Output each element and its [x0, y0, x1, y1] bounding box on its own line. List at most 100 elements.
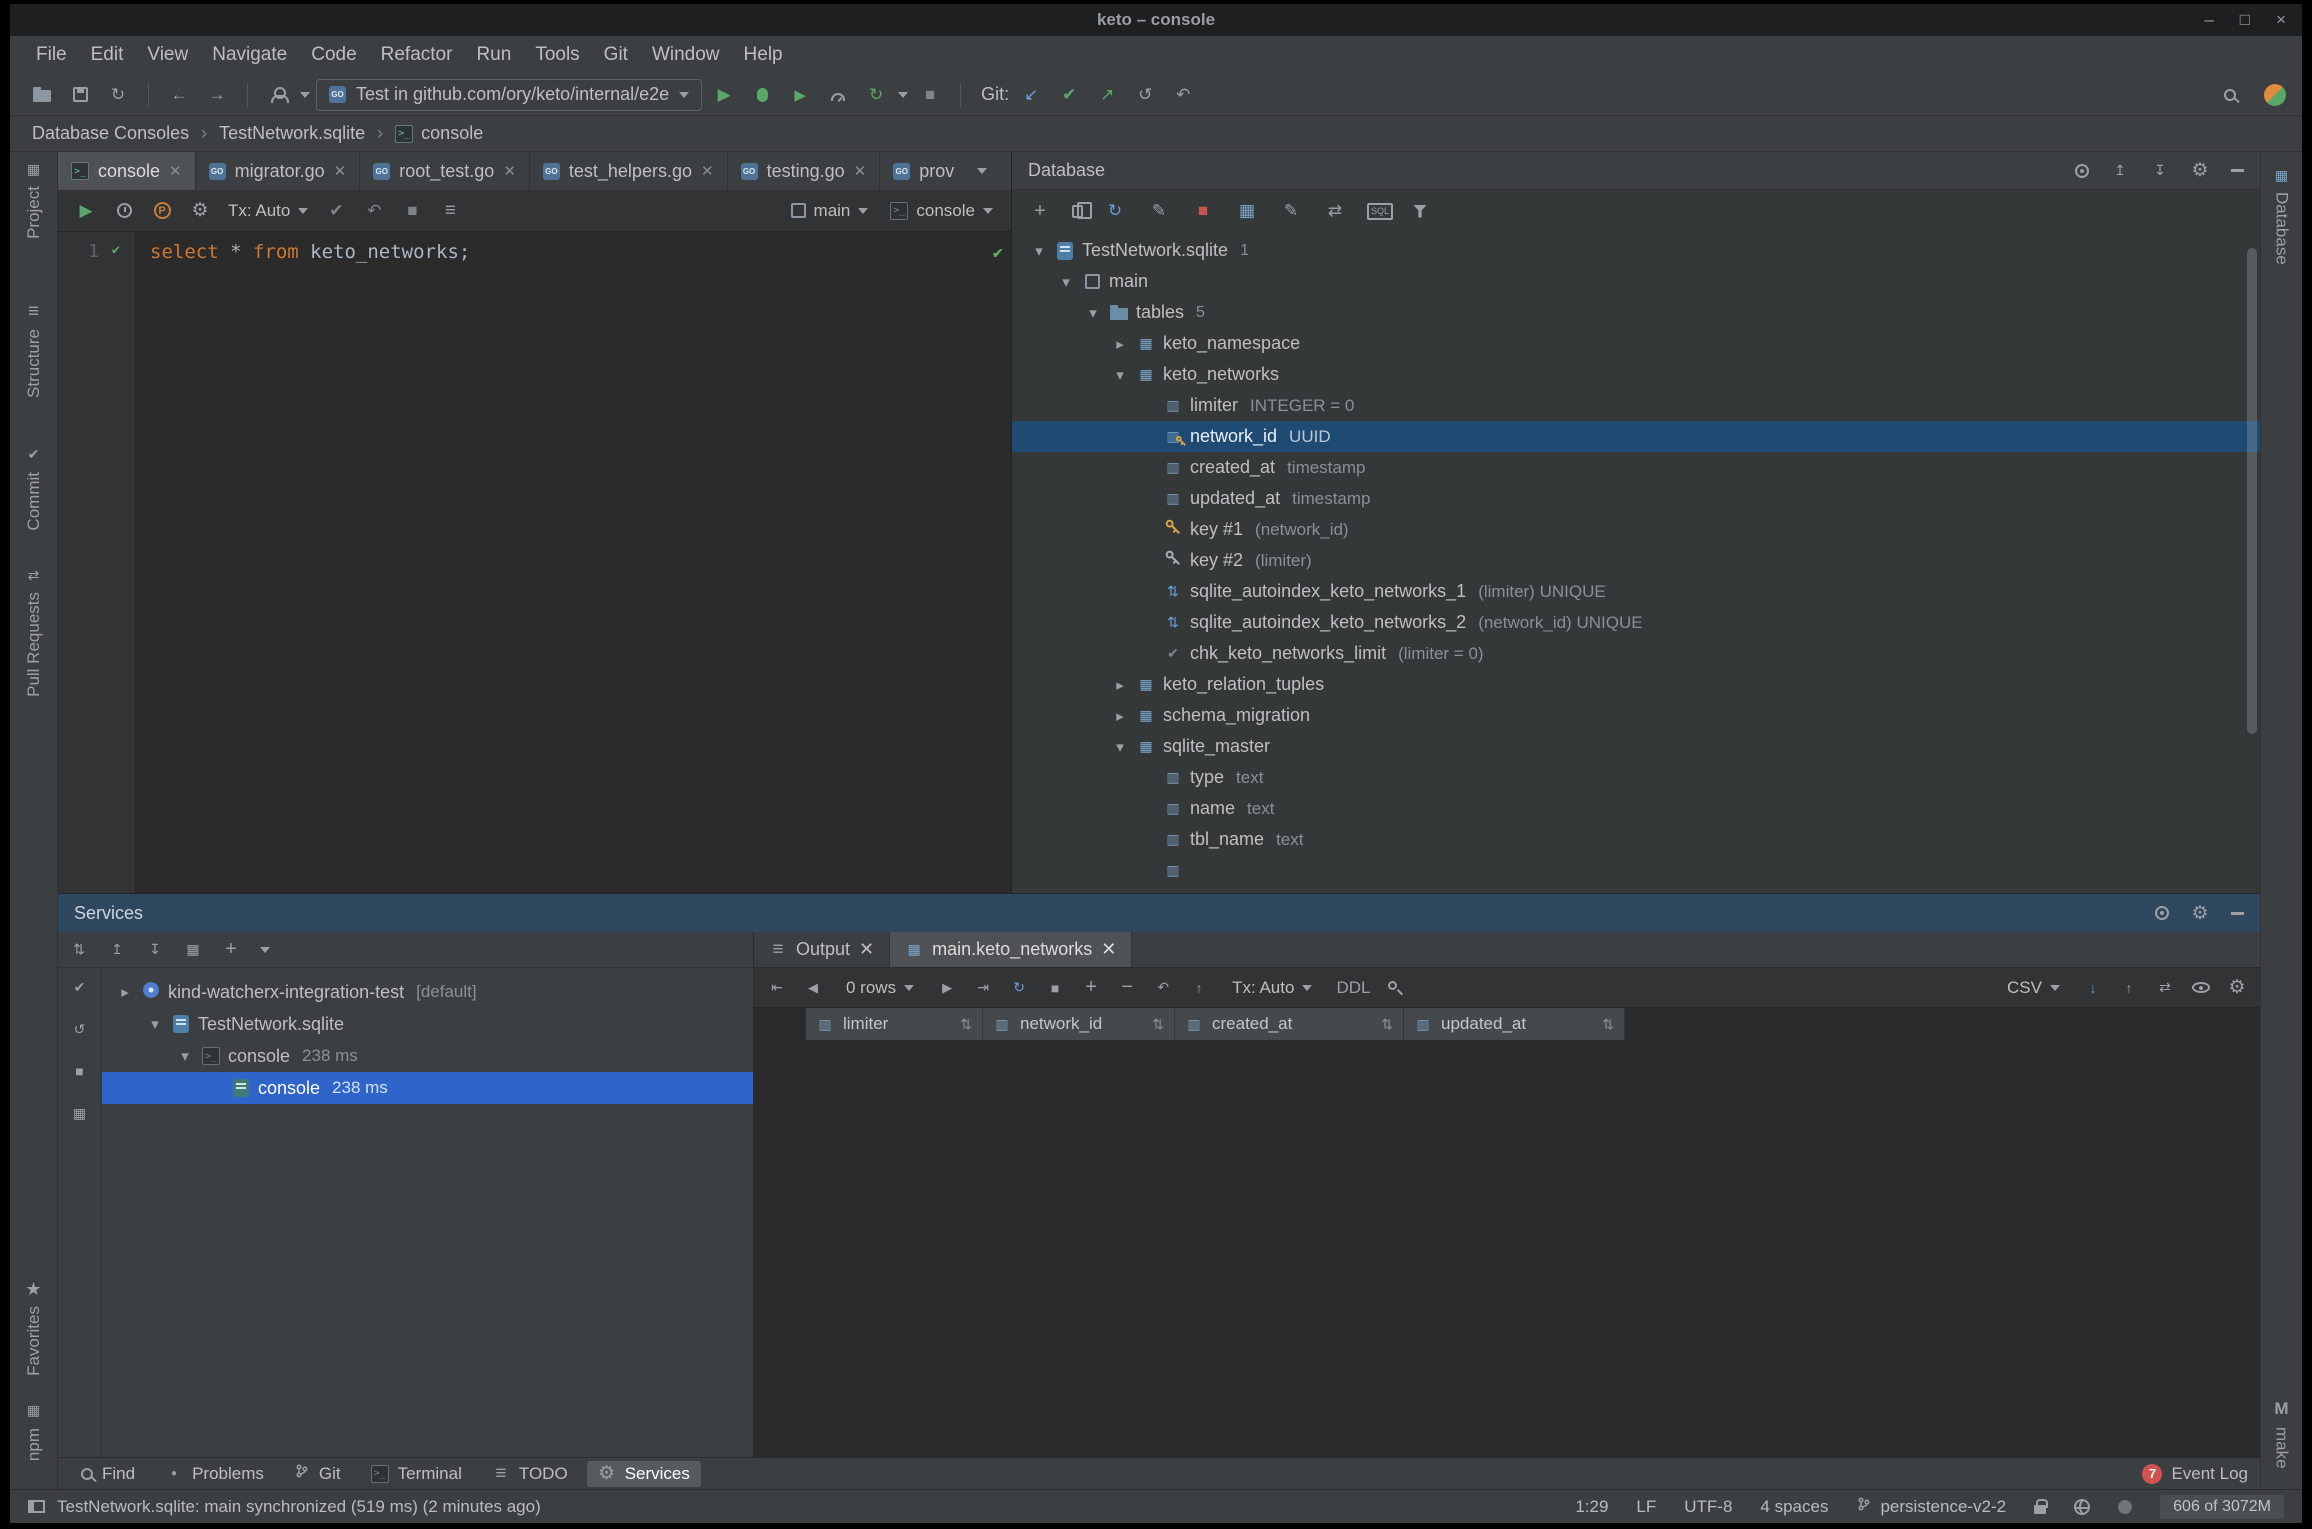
query-history-icon[interactable] [108, 196, 140, 226]
menu-view[interactable]: View [135, 40, 200, 70]
commit-icon[interactable] [1053, 83, 1085, 107]
profile-icon[interactable] [262, 80, 294, 110]
tree-row-check-constraint[interactable]: chk_keto_networks_limit (limiter = 0) [1012, 638, 2260, 669]
tree-row-partial[interactable] [1012, 855, 2260, 886]
tree-row-column[interactable]: limiter INTEGER = 0 [1012, 390, 2260, 421]
chevron-down-icon[interactable] [1107, 366, 1133, 384]
service-row-console-selected[interactable]: console 238 ms [102, 1072, 753, 1104]
scrollbar[interactable] [2247, 248, 2257, 734]
rollback-icon[interactable] [1167, 83, 1199, 107]
close-icon[interactable]: ✕ [503, 162, 516, 180]
menu-code[interactable]: Code [299, 40, 368, 70]
tree-row-column[interactable]: updated_at timestamp [1012, 483, 2260, 514]
pin-icon[interactable] [1386, 979, 1400, 992]
chevron-down-icon[interactable] [142, 1015, 168, 1033]
revert-icon[interactable] [1154, 979, 1172, 997]
toolwindow-git[interactable]: Git [283, 1460, 352, 1487]
menu-help[interactable]: Help [732, 40, 795, 70]
first-page-icon[interactable] [768, 979, 786, 997]
tool-window-options-icon[interactable] [2075, 163, 2089, 178]
debug-icon[interactable] [746, 80, 778, 110]
sidebar-item-make[interactable]: M make [2272, 1399, 2292, 1469]
page-size-select[interactable]: 0 rows [840, 978, 920, 998]
run-configuration-select[interactable]: Test in github.com/ory/keto/internal/e2e [316, 78, 703, 111]
tree-row-key[interactable]: key #2 (limiter) [1012, 545, 2260, 576]
query-parameters-icon[interactable] [146, 196, 178, 226]
output-view-icon[interactable] [434, 199, 466, 223]
tx-mode-select[interactable]: Tx: Auto [1226, 978, 1318, 998]
back-icon[interactable] [163, 83, 195, 107]
push-icon[interactable] [1091, 83, 1123, 107]
close-icon[interactable]: ✕ [859, 939, 874, 960]
collapse-all-icon[interactable] [2151, 162, 2169, 180]
sql-editor[interactable]: 1 select * from keto_networks; ✔ [58, 232, 1011, 893]
tree-row-datasource[interactable]: TestNetwork.sqlite 1 [1012, 235, 2260, 266]
history-icon[interactable] [1129, 83, 1161, 107]
tab-output[interactable]: Output ✕ [754, 932, 891, 967]
toolwindow-terminal[interactable]: Terminal [360, 1461, 473, 1487]
breadcrumb-datasource[interactable]: TestNetwork.sqlite [219, 123, 365, 144]
column-header-updated-at[interactable]: updated_at [1404, 1008, 1625, 1040]
sidebar-item-database[interactable]: Database [2272, 166, 2292, 265]
tab-test-helpers-go[interactable]: test_helpers.go ✕ [530, 152, 728, 190]
git-branch[interactable]: persistence-v2-2 [1856, 1496, 2006, 1517]
tab-migrator-go[interactable]: migrator.go ✕ [196, 152, 361, 190]
search-everywhere-icon[interactable] [2214, 80, 2246, 110]
sync-icon[interactable] [102, 83, 134, 107]
sidebar-item-pull-requests[interactable]: Pull Requests [24, 566, 44, 697]
execute-icon[interactable] [70, 199, 102, 223]
toolwindow-services[interactable]: Services [586, 1460, 701, 1487]
last-page-icon[interactable] [974, 979, 992, 997]
toolwindow-problems[interactable]: Problems [154, 1461, 275, 1487]
run-icon[interactable] [708, 83, 740, 107]
view-mode-icon[interactable] [71, 1104, 89, 1122]
export-data-icon[interactable] [2084, 979, 2102, 997]
chevron-down-icon[interactable] [1080, 304, 1106, 322]
service-row-session[interactable]: console 238 ms [102, 1040, 753, 1072]
menu-edit[interactable]: Edit [79, 40, 136, 70]
breadcrumb-console[interactable]: console [395, 123, 483, 144]
chevron-down-icon[interactable] [1053, 273, 1079, 291]
file-encoding[interactable]: UTF-8 [1684, 1497, 1732, 1517]
tree-row-table[interactable]: sqlite_master [1012, 731, 2260, 762]
tab-testing-go[interactable]: testing.go ✕ [728, 152, 881, 190]
chevron-down-icon[interactable] [1107, 738, 1133, 756]
chevron-right-icon[interactable] [112, 983, 138, 1001]
tree-row-column[interactable]: created_at timestamp [1012, 452, 2260, 483]
modify-table-icon[interactable] [1279, 199, 1303, 223]
tree-row-column[interactable]: tbl_name text [1012, 824, 2260, 855]
close-icon[interactable]: ✕ [854, 162, 867, 180]
tree-row-table[interactable]: keto_relation_tuples [1012, 669, 2260, 700]
settings-icon[interactable] [2228, 979, 2246, 997]
tree-row-column[interactable]: name text [1012, 793, 2260, 824]
sidebar-item-npm[interactable]: npm [24, 1402, 44, 1461]
column-header-limiter[interactable]: limiter [806, 1008, 983, 1040]
column-header-created-at[interactable]: created_at [1175, 1008, 1404, 1040]
open-icon[interactable] [26, 80, 58, 110]
chevron-down-icon[interactable] [260, 946, 270, 953]
caret-position[interactable]: 1:29 [1575, 1497, 1608, 1517]
maximize-icon[interactable]: □ [2240, 10, 2250, 30]
submit-icon[interactable] [1190, 979, 1208, 997]
data-editor-icon[interactable] [1235, 199, 1259, 223]
tab-root-test-go[interactable]: root_test.go ✕ [360, 152, 530, 190]
copy-icon[interactable] [1072, 201, 1092, 219]
hide-icon[interactable] [2231, 169, 2244, 172]
minimize-icon[interactable]: – [2204, 10, 2213, 30]
import-data-icon[interactable] [2120, 979, 2138, 997]
edit-icon[interactable] [1147, 199, 1171, 223]
menu-navigate[interactable]: Navigate [200, 40, 299, 70]
add-row-icon[interactable] [1082, 979, 1100, 997]
rollback-tx-icon[interactable] [358, 199, 390, 223]
forward-icon[interactable] [201, 83, 233, 107]
column-header-network-id[interactable]: network_id [983, 1008, 1175, 1040]
menu-tools[interactable]: Tools [523, 40, 591, 70]
notification-icon[interactable] [2118, 1499, 2133, 1514]
ddl-button[interactable]: DDL [1336, 978, 1370, 998]
delete-row-icon[interactable] [1118, 979, 1136, 997]
tab-console[interactable]: console ✕ [58, 152, 196, 190]
network-icon[interactable] [2074, 1498, 2091, 1515]
tree-row-table[interactable]: keto_namespace [1012, 328, 2260, 359]
tx-mode-select[interactable]: Tx: Auto [222, 201, 314, 221]
grid-body[interactable] [754, 1040, 2260, 1457]
